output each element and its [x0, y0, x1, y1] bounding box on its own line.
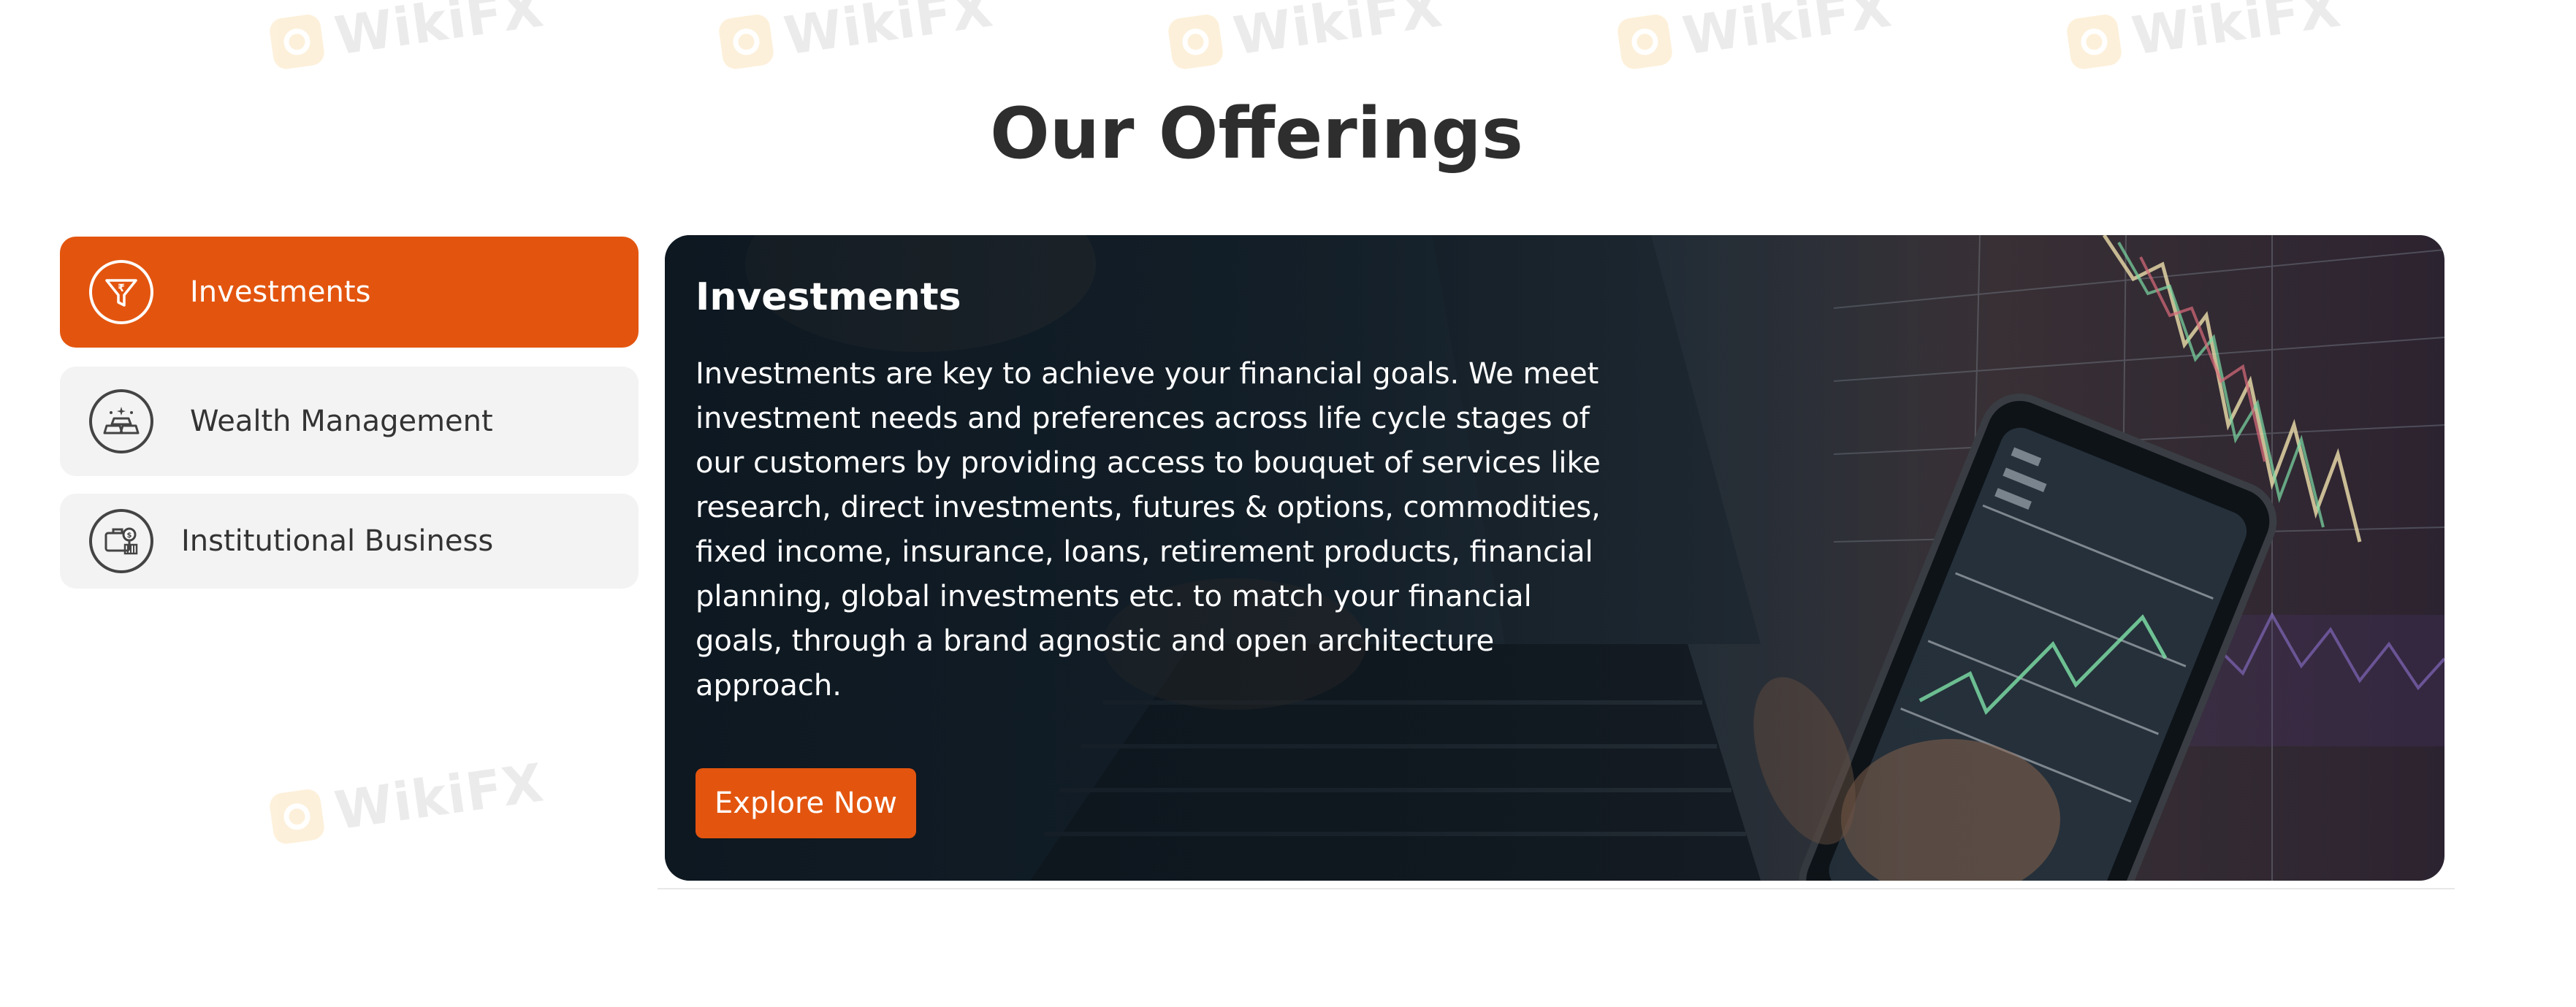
wikifx-logo-icon: [267, 787, 327, 846]
watermark: WikiFX: [267, 751, 547, 850]
rupee-funnel-icon: ₹: [89, 260, 153, 324]
explore-now-button[interactable]: Explore Now: [696, 768, 916, 838]
watermark-text: WikiFX: [780, 0, 997, 67]
svg-text:₹: ₹: [118, 283, 125, 294]
gold-bars-icon: [89, 389, 153, 453]
watermark: WikiFX: [267, 0, 547, 76]
divider: [658, 888, 2455, 889]
tab-label: Investments: [190, 275, 371, 309]
watermark-text: WikiFX: [331, 0, 548, 67]
watermark: WikiFX: [1615, 0, 1895, 76]
feature-heading: Investments: [696, 275, 961, 319]
watermark: WikiFX: [1166, 0, 1446, 76]
tab-wealth-management[interactable]: Wealth Management: [60, 367, 639, 476]
wikifx-logo-icon: [2065, 12, 2124, 71]
watermark-text: WikiFX: [1679, 0, 1896, 67]
tab-investments[interactable]: ₹ Investments: [60, 237, 639, 348]
wikifx-logo-icon: [1166, 12, 1225, 71]
watermark-text: WikiFX: [331, 751, 548, 842]
feature-description: Investments are key to achieve your fina…: [696, 357, 1601, 702]
tab-label: Institutional Business: [181, 524, 494, 558]
watermark-text: WikiFX: [2128, 0, 2345, 67]
watermark-text: WikiFX: [1230, 0, 1447, 67]
wikifx-logo-icon: [267, 12, 327, 71]
wikifx-logo-icon: [1615, 12, 1674, 71]
svg-text:$: $: [127, 532, 132, 540]
offerings-page: Our Offerings ₹ Investments Wealth Manag…: [0, 0, 2576, 1007]
tab-label: Wealth Management: [190, 405, 493, 438]
feature-panel: Investments Investments are key to achie…: [665, 235, 2444, 881]
watermark: WikiFX: [2065, 0, 2344, 76]
tab-institutional-business[interactable]: $ Institutional Business: [60, 494, 639, 589]
watermark: WikiFX: [717, 0, 997, 76]
wikifx-logo-icon: [717, 12, 776, 71]
feature-content: Investments Investments are key to achie…: [696, 272, 1609, 708]
section-title: Our Offerings: [990, 93, 1523, 175]
briefcase-money-icon: $: [89, 509, 153, 573]
